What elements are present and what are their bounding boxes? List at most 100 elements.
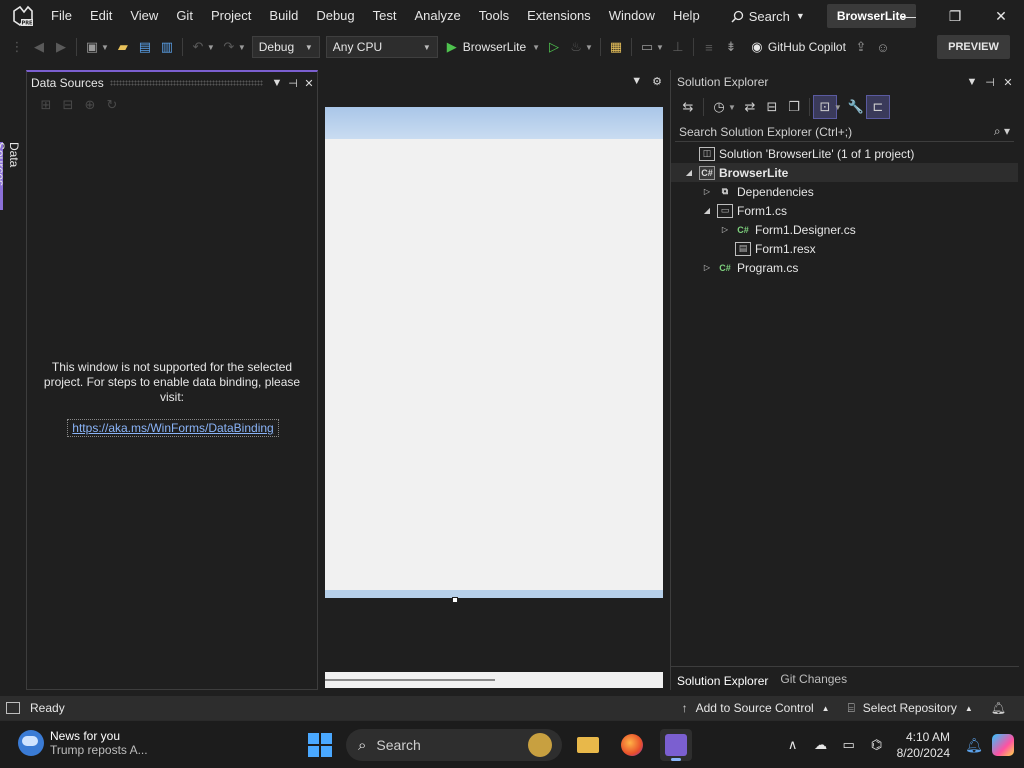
chevron-down-icon[interactable]: ▼ bbox=[728, 103, 736, 112]
notifications-button[interactable]: 🔔︎ bbox=[991, 701, 1014, 715]
firefox-app[interactable] bbox=[616, 729, 648, 761]
menu-view[interactable]: View bbox=[121, 0, 167, 32]
resize-handle[interactable] bbox=[452, 597, 458, 603]
show-all-files-icon[interactable]: ❐ bbox=[783, 96, 805, 118]
tree-view-toggle-icon[interactable]: ⊡ bbox=[812, 95, 837, 119]
tree-row-form1-designer[interactable]: ▷ C# Form1.Designer.cs bbox=[671, 220, 1018, 239]
pending-changes-filter-icon[interactable]: ◷ bbox=[708, 96, 730, 118]
onedrive-cloud-icon[interactable]: ☁ bbox=[807, 737, 835, 753]
feedback-icon[interactable]: ☺ bbox=[872, 36, 894, 58]
news-widget[interactable]: News for you Trump reposts A... bbox=[18, 729, 148, 757]
solution-platform-select[interactable]: Any CPU ▼ bbox=[325, 36, 438, 58]
minimize-button[interactable]: — bbox=[886, 0, 932, 32]
menu-extensions[interactable]: Extensions bbox=[518, 0, 600, 32]
menu-help[interactable]: Help bbox=[664, 0, 709, 32]
drag-grip[interactable] bbox=[109, 80, 263, 86]
configure-icon[interactable]: ⊕ bbox=[79, 94, 101, 116]
redo-icon[interactable]: ↷ bbox=[218, 36, 240, 58]
scrollbar-thumb[interactable] bbox=[325, 679, 495, 681]
clock[interactable]: 4:10 AM 8/20/2024 bbox=[897, 729, 950, 761]
edit-dataset-icon[interactable]: ⊟ bbox=[57, 94, 79, 116]
close-window-button[interactable]: ✕ bbox=[978, 0, 1024, 32]
horizontal-scrollbar[interactable] bbox=[325, 672, 663, 688]
display-icon[interactable]: ▭ bbox=[835, 737, 863, 753]
refresh-icon[interactable]: ↻ bbox=[101, 94, 123, 116]
menu-git[interactable]: Git bbox=[167, 0, 202, 32]
navigate-back-icon[interactable]: ◀ bbox=[28, 36, 50, 58]
menu-build[interactable]: Build bbox=[260, 0, 307, 32]
window-position-dropdown-icon[interactable]: ▼ bbox=[964, 76, 980, 88]
copilot-app-icon[interactable] bbox=[992, 734, 1014, 756]
menu-file[interactable]: File bbox=[42, 0, 81, 32]
align-icon[interactable]: ⊥ bbox=[667, 36, 689, 58]
chevron-down-icon[interactable]: ▼ bbox=[834, 103, 842, 112]
show-hidden-icons-chevron-icon[interactable]: ∧ bbox=[779, 737, 807, 753]
auto-hide-pin-icon[interactable]: ⊣ bbox=[285, 77, 301, 90]
collapsed-arrow-icon[interactable]: ▷ bbox=[719, 225, 731, 234]
add-to-source-control-button[interactable]: ↑ Add to Source Control ▲ bbox=[682, 701, 830, 715]
visual-studio-app[interactable] bbox=[660, 729, 692, 761]
start-without-debugging-icon[interactable]: ▷ bbox=[543, 36, 565, 58]
save-all-icon[interactable]: ▥ bbox=[156, 36, 178, 58]
collapse-all-icon[interactable]: ⊟ bbox=[761, 96, 783, 118]
output-window-icon[interactable] bbox=[6, 702, 20, 714]
collapsed-arrow-icon[interactable]: ▷ bbox=[701, 263, 713, 272]
network-icon[interactable]: ⌬ bbox=[863, 737, 891, 753]
file-explorer-app[interactable] bbox=[572, 729, 604, 761]
form1-title-bar[interactable] bbox=[325, 107, 663, 139]
close-icon[interactable]: ✕ bbox=[301, 77, 317, 90]
menu-test[interactable]: Test bbox=[364, 0, 406, 32]
taskbar-search-input[interactable]: ⌕ Search bbox=[346, 729, 562, 761]
search-icon[interactable]: ⌕ ▾ bbox=[994, 124, 1010, 139]
overflow-icon[interactable]: ⇟ bbox=[720, 36, 742, 58]
menu-debug[interactable]: Debug bbox=[307, 0, 363, 32]
preview-selected-items-icon[interactable]: ⊏ bbox=[865, 95, 890, 119]
menu-project[interactable]: Project bbox=[202, 0, 260, 32]
solution-configuration-select[interactable]: Debug ▼ bbox=[251, 36, 320, 58]
layout-icon[interactable]: ▭ bbox=[636, 36, 658, 58]
tab-list-dropdown-icon[interactable]: ▼ bbox=[631, 75, 642, 87]
solution-explorer-search-input[interactable]: Search Solution Explorer (Ctrl+;) ⌕ ▾ bbox=[675, 122, 1014, 142]
new-project-icon[interactable]: ▣ bbox=[81, 36, 103, 58]
tree-row-program[interactable]: ▷ C# Program.cs bbox=[671, 258, 1018, 277]
share-icon[interactable]: ⇪ bbox=[850, 36, 872, 58]
start-debugging-button[interactable]: ▶ BrowserLite ▼ bbox=[447, 39, 543, 55]
open-folder-icon[interactable]: ▰ bbox=[112, 36, 134, 58]
visual-studio-logo-icon[interactable]: PRE bbox=[12, 5, 34, 27]
tab-git-changes[interactable]: Git Changes bbox=[774, 667, 853, 691]
data-binding-help-link[interactable]: https://aka.ms/WinForms/DataBinding bbox=[67, 419, 279, 437]
tree-row-solution[interactable]: ◫ Solution 'BrowserLite' (1 of 1 project… bbox=[671, 144, 1018, 163]
switch-views-icon[interactable]: ⇆ bbox=[677, 96, 699, 118]
save-icon[interactable]: ▤ bbox=[134, 36, 156, 58]
settings-gear-icon[interactable]: ⚙ bbox=[652, 75, 662, 88]
tree-row-dependencies[interactable]: ▷ ⧉ Dependencies bbox=[671, 182, 1018, 201]
hot-reload-icon[interactable]: ♨ bbox=[565, 36, 587, 58]
tab-solution-explorer[interactable]: Solution Explorer bbox=[671, 666, 775, 691]
expanded-arrow-icon[interactable]: ◢ bbox=[683, 168, 695, 177]
tree-row-form1-resx[interactable]: ▤ Form1.resx bbox=[671, 239, 1018, 258]
close-icon[interactable]: ✕ bbox=[1000, 76, 1016, 89]
menu-tools[interactable]: Tools bbox=[470, 0, 518, 32]
github-copilot-button[interactable]: ◉ GitHub Copilot bbox=[746, 36, 846, 58]
chevron-down-icon[interactable]: ▼ bbox=[656, 43, 664, 52]
restore-button[interactable]: ❐ bbox=[932, 0, 978, 32]
chevron-down-icon[interactable]: ▼ bbox=[101, 43, 109, 52]
feature-search-button[interactable]: Search ▼ bbox=[723, 4, 813, 28]
data-sources-side-tab[interactable]: Data Sources bbox=[0, 142, 21, 212]
expanded-arrow-icon[interactable]: ◢ bbox=[701, 206, 713, 215]
preview-button[interactable]: PREVIEW bbox=[937, 35, 1010, 59]
form1-window[interactable] bbox=[325, 106, 663, 603]
windows-start-icon[interactable] bbox=[308, 733, 332, 757]
chevron-down-icon[interactable]: ▼ bbox=[207, 43, 215, 52]
menu-analyze[interactable]: Analyze bbox=[405, 0, 469, 32]
tree-row-form1[interactable]: ◢ ▭ Form1.cs bbox=[671, 201, 1018, 220]
properties-wrench-icon[interactable]: 🔧 bbox=[845, 96, 867, 118]
chevron-down-icon[interactable]: ▼ bbox=[238, 43, 246, 52]
chevron-down-icon[interactable]: ▼ bbox=[585, 43, 593, 52]
notification-bell-icon[interactable]: 🔔︎ bbox=[960, 737, 988, 754]
auto-hide-pin-icon[interactable]: ⊣ bbox=[982, 76, 998, 89]
tree-row-project[interactable]: ◢ C# BrowserLite bbox=[671, 163, 1018, 182]
align-lefts-icon[interactable]: ≡ bbox=[698, 36, 720, 58]
navigate-forward-icon[interactable]: ▶ bbox=[50, 36, 72, 58]
menu-edit[interactable]: Edit bbox=[81, 0, 121, 32]
